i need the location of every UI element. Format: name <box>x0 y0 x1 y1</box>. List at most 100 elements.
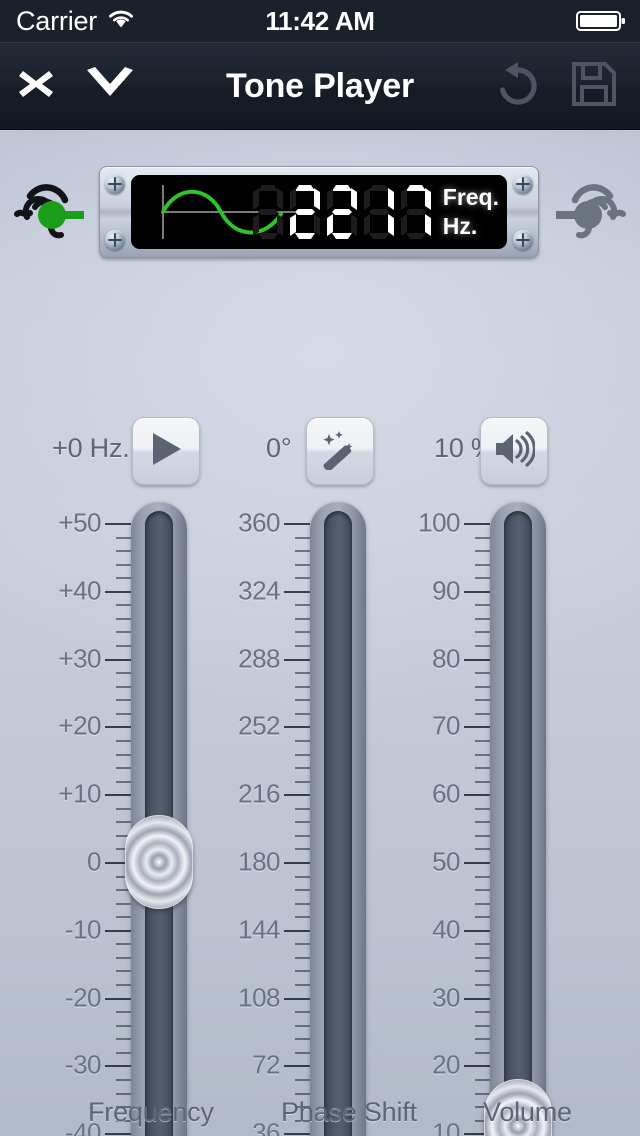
scale-tick-minor <box>116 631 131 634</box>
scale-tick-minor <box>475 1011 490 1014</box>
scale-tick-major <box>105 726 131 729</box>
scale-tick-minor <box>295 1078 310 1081</box>
scale-tick-minor <box>295 970 310 973</box>
scale-tick-minor <box>116 699 131 702</box>
scale-tick-minor <box>116 753 131 756</box>
play-button[interactable] <box>132 417 200 485</box>
magic-wand-icon <box>319 428 361 475</box>
scale-tick-minor <box>295 1092 310 1095</box>
frequency-label: Frequency <box>88 1097 214 1127</box>
scale-tick-major <box>464 1065 490 1068</box>
volume-scale: 1009080706050403020100 <box>370 501 490 1136</box>
scale-tick-major <box>284 523 310 525</box>
phase-scale: 36032428825221618014410872360 <box>190 501 310 1136</box>
scale-tick-minor <box>116 780 131 783</box>
scale-tick-major <box>284 1065 310 1068</box>
scale-tick-minor <box>475 889 490 892</box>
save-icon <box>571 61 617 112</box>
volume-slider[interactable] <box>484 501 552 1136</box>
scale-tick-minor <box>475 685 490 688</box>
scale-tick-minor <box>295 631 310 634</box>
scale-tick-label: 70 <box>432 710 460 741</box>
scale-tick-minor <box>295 577 310 580</box>
scale-tick-minor <box>475 956 490 959</box>
scale-tick-label: 20 <box>432 1049 460 1080</box>
status-time: 11:42 AM <box>265 5 375 36</box>
frequency-slider[interactable] <box>125 501 193 1136</box>
scale-tick-minor <box>295 563 310 566</box>
scale-tick-label: 36 <box>252 1117 280 1136</box>
scale-tick-minor <box>475 631 490 634</box>
scale-tick-label: +40 <box>58 575 101 606</box>
scale-tick-minor <box>116 1051 131 1054</box>
scale-tick-minor <box>475 902 490 905</box>
scale-tick-minor <box>475 550 490 553</box>
scale-tick-major <box>464 997 490 1000</box>
scale-tick-minor <box>475 767 490 770</box>
scale-tick-label: +50 <box>58 507 101 538</box>
scale-tick-minor <box>116 1024 131 1027</box>
scale-tick-minor <box>475 617 490 620</box>
scale-tick-minor <box>116 916 131 919</box>
speaker-icon <box>493 430 536 473</box>
scale-tick-major <box>464 590 490 593</box>
phase-slider[interactable] <box>310 501 366 1136</box>
scale-tick-major <box>284 726 310 729</box>
scale-tick-minor <box>475 1051 490 1054</box>
scale-tick-minor <box>475 1024 490 1027</box>
scale-tick-minor <box>295 1051 310 1054</box>
scale-tick-minor <box>475 834 490 837</box>
scale-tick-label: 100 <box>418 507 460 538</box>
scale-tick-minor <box>116 739 131 742</box>
close-button[interactable] <box>8 42 64 130</box>
scale-tick-label: 50 <box>432 846 460 877</box>
volume-slider-groove <box>504 511 532 1136</box>
scale-tick-major <box>105 794 131 797</box>
phase-control-row: 0° <box>222 417 422 493</box>
mute-button[interactable] <box>480 417 548 485</box>
scale-tick-minor <box>295 889 310 892</box>
scale-tick-minor <box>295 712 310 715</box>
scale-tick-minor <box>295 550 310 553</box>
frequency-slider-thumb[interactable] <box>125 815 193 909</box>
main-panel: Freq. Hz. +0 Hz. 0° 10 % +50 +40 +30 +20… <box>0 131 640 1136</box>
phase-value: 0° <box>266 433 292 463</box>
scale-tick-minor <box>475 848 490 851</box>
scale-tick-label: 360 <box>238 507 280 538</box>
undo-button[interactable] <box>486 42 550 130</box>
scale-tick-label: 180 <box>238 846 280 877</box>
phase-label: Phase Shift <box>281 1097 417 1127</box>
chevron-down-icon <box>84 66 136 107</box>
play-icon <box>146 429 186 474</box>
scale-tick-minor <box>295 943 310 946</box>
scale-tick-minor <box>116 712 131 715</box>
scale-tick-minor <box>116 645 131 648</box>
scale-tick-major <box>284 929 310 932</box>
scale-tick-label: 144 <box>238 914 280 945</box>
scale-tick-minor <box>295 834 310 837</box>
scale-tick-minor <box>295 767 310 770</box>
scale-tick-minor <box>475 875 490 878</box>
scale-tick-minor <box>475 780 490 783</box>
scale-tick-minor <box>295 617 310 620</box>
phase-slider-groove <box>324 511 352 1136</box>
scale-tick-label: 80 <box>432 643 460 674</box>
collapse-button[interactable] <box>78 42 142 130</box>
scale-tick-minor <box>295 672 310 675</box>
scale-tick-minor <box>116 956 131 959</box>
scale-tick-minor <box>116 685 131 688</box>
save-button[interactable] <box>562 42 626 130</box>
scale-tick-minor <box>295 984 310 987</box>
scale-tick-minor <box>475 604 490 607</box>
scale-tick-minor <box>475 807 490 810</box>
scale-tick-label: +10 <box>58 778 101 809</box>
randomize-button[interactable] <box>306 417 374 485</box>
battery-icon <box>576 9 626 33</box>
scale-tick-major <box>105 1133 131 1136</box>
scale-tick-major <box>284 862 310 864</box>
app-screen: Carrier 11:42 AM Tone Player Freq. Hz. +… <box>0 0 640 1136</box>
scale-tick-minor <box>116 821 131 824</box>
scale-tick-label: +20 <box>58 710 101 741</box>
scale-tick-label: 252 <box>238 710 280 741</box>
scale-tick-minor <box>295 536 310 539</box>
